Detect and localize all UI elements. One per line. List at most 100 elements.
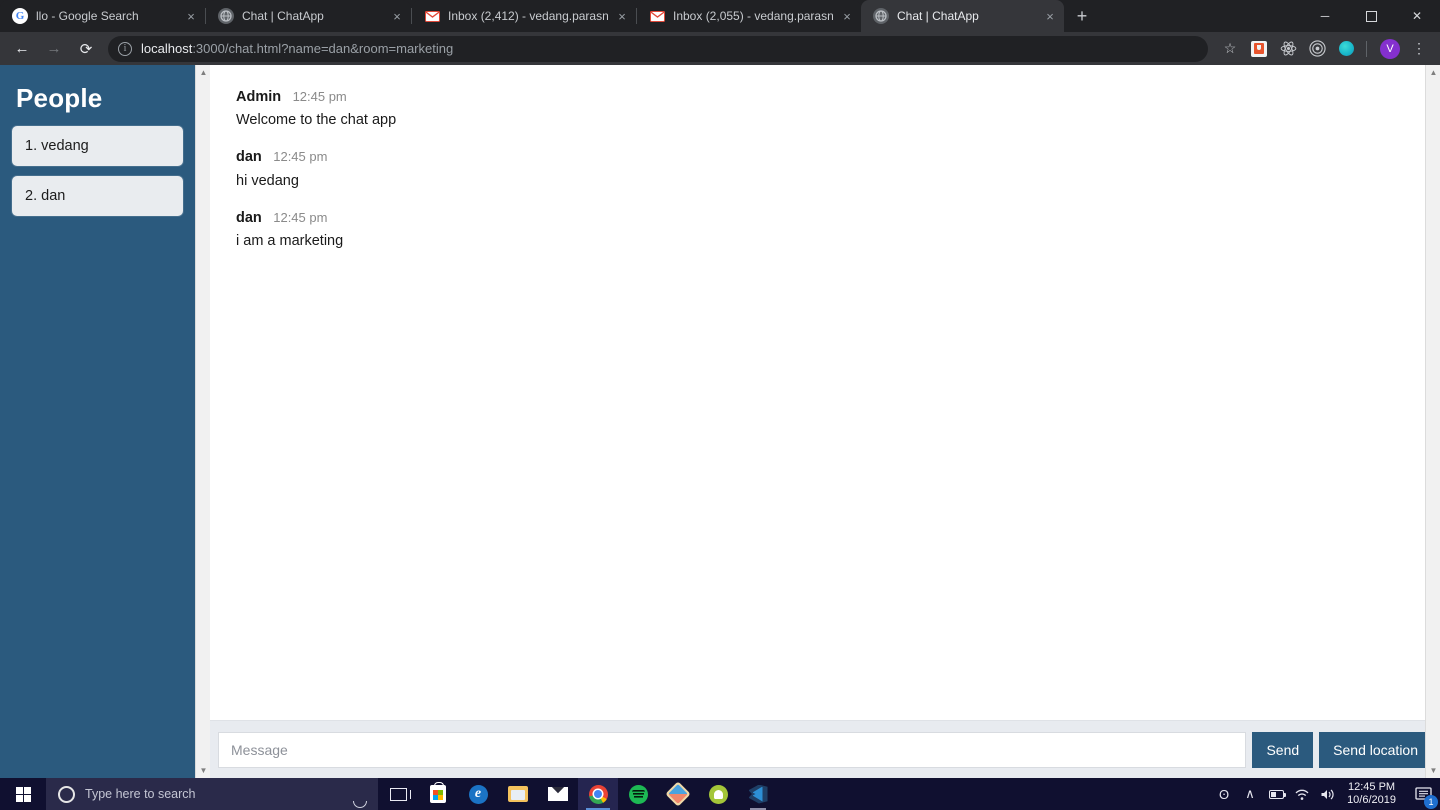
- person-index: 1.: [25, 138, 38, 154]
- reload-button[interactable]: ⟳: [72, 35, 100, 63]
- taskbar-clock[interactable]: 12:45 PM 10/6/2019: [1341, 781, 1406, 807]
- tab-title: Chat | ChatApp: [242, 9, 324, 23]
- browser-tab-4-active[interactable]: Chat | ChatApp ×: [861, 0, 1064, 32]
- back-button[interactable]: ←: [8, 35, 36, 63]
- message-item: Admin 12:45 pm Welcome to the chat app: [236, 87, 1440, 128]
- tab-title: Chat | ChatApp: [897, 9, 979, 23]
- chrome-menu-icon[interactable]: ⋮: [1406, 36, 1432, 62]
- file-explorer-icon[interactable]: [498, 778, 538, 810]
- message-item: dan 12:45 pm hi vedang: [236, 147, 1440, 188]
- message-item: dan 12:45 pm i am a marketing: [236, 208, 1440, 249]
- url-path: :3000/chat.html?name=dan&room=marketing: [192, 41, 454, 56]
- browser-toolbar: ← → ⟳ i localhost:3000/chat.html?name=da…: [0, 32, 1440, 65]
- microsoft-store-icon[interactable]: [418, 778, 458, 810]
- message-list: Admin 12:45 pm Welcome to the chat app d…: [210, 65, 1440, 720]
- message-input[interactable]: [218, 731, 1247, 768]
- site-info-icon[interactable]: i: [118, 41, 132, 56]
- tab-title: Inbox (2,412) - vedang.parasnis9: [448, 9, 608, 23]
- maximize-button[interactable]: [1348, 0, 1394, 32]
- tab-close-icon[interactable]: ×: [183, 8, 199, 24]
- address-bar-url: localhost:3000/chat.html?name=dan&room=m…: [141, 41, 453, 56]
- google-chrome-icon[interactable]: [578, 778, 618, 810]
- message-author: Admin: [236, 89, 282, 105]
- diamond-app-icon[interactable]: [658, 778, 698, 810]
- message-timestamp: 12:45 pm: [292, 89, 347, 104]
- forward-button[interactable]: →: [40, 35, 68, 63]
- windows-logo-icon: [15, 786, 31, 802]
- page-scrollbar[interactable]: ▲ ▼: [1425, 65, 1440, 778]
- person-index: 2.: [25, 188, 38, 204]
- browser-tab-3[interactable]: Inbox (2,055) - vedang.parasnis@ ×: [637, 0, 861, 32]
- browser-tab-1[interactable]: Chat | ChatApp ×: [206, 0, 411, 32]
- scroll-down-icon[interactable]: ▼: [1426, 763, 1440, 778]
- page-viewport: People 1. vedang 2. dan ▲ ▼ Admin 12:45 …: [0, 65, 1440, 778]
- address-bar[interactable]: i localhost:3000/chat.html?name=dan&room…: [108, 35, 1208, 62]
- tab-close-icon[interactable]: ×: [1042, 8, 1058, 24]
- message-meta: dan 12:45 pm: [236, 208, 1440, 227]
- scroll-down-icon[interactable]: ▼: [196, 763, 211, 778]
- clock-time: 12:45 PM: [1347, 781, 1396, 793]
- visual-studio-code-icon[interactable]: [738, 778, 778, 810]
- react-devtools-icon[interactable]: [1275, 36, 1301, 62]
- people-sidebar: People 1. vedang 2. dan: [0, 65, 195, 778]
- message-text: hi vedang: [236, 172, 299, 189]
- close-window-button[interactable]: ✕: [1394, 0, 1440, 32]
- windows-taskbar: Type here to search e ʘ ∧ 12:45 PM 10/6/…: [0, 778, 1440, 810]
- list-item[interactable]: 2. dan: [12, 176, 183, 216]
- list-item[interactable]: 1. vedang: [12, 126, 183, 166]
- scroll-up-icon[interactable]: ▲: [196, 65, 211, 80]
- tab-close-icon[interactable]: ×: [389, 8, 405, 24]
- toolbar-divider: [1366, 40, 1367, 57]
- window-controls: ─ ✕: [1302, 0, 1440, 32]
- message-meta: Admin 12:45 pm: [236, 87, 1440, 106]
- wifi-icon[interactable]: [1289, 778, 1315, 810]
- message-timestamp: 12:45 pm: [273, 209, 328, 225]
- avatar-initial: V: [1380, 38, 1400, 59]
- profile-avatar[interactable]: V: [1377, 36, 1403, 62]
- browser-tab-0[interactable]: G llo - Google Search ×: [0, 0, 205, 32]
- teal-circle-icon[interactable]: [1333, 36, 1359, 62]
- sidebar-scrollbar[interactable]: ▲ ▼: [195, 65, 210, 778]
- minimize-button[interactable]: ─: [1302, 0, 1348, 32]
- volume-icon[interactable]: [1315, 778, 1341, 810]
- gmail-icon: [424, 8, 440, 24]
- chevron-up-icon[interactable]: ∧: [1237, 778, 1263, 810]
- message-meta: dan 12:45 pm: [236, 147, 1440, 166]
- notification-center-icon[interactable]: 1: [1406, 778, 1440, 810]
- search-placeholder: Type here to search: [85, 787, 196, 801]
- chat-pane: Admin 12:45 pm Welcome to the chat app d…: [210, 65, 1440, 778]
- globe-icon: [873, 8, 889, 24]
- browser-tab-2[interactable]: Inbox (2,412) - vedang.parasnis9 ×: [412, 0, 636, 32]
- tab-close-icon[interactable]: ×: [614, 8, 630, 24]
- send-location-button[interactable]: Send location: [1319, 731, 1432, 768]
- android-studio-icon[interactable]: [698, 778, 738, 810]
- cortana-icon: [58, 785, 75, 803]
- target-icon[interactable]: [1304, 36, 1330, 62]
- tab-strip: G llo - Google Search × Chat | ChatApp ×…: [0, 0, 1440, 32]
- bookmark-star-icon[interactable]: ☆: [1217, 36, 1243, 62]
- message-text: Welcome to the chat app: [236, 112, 397, 129]
- clock-date: 10/6/2019: [1347, 794, 1396, 806]
- people-list: 1. vedang 2. dan: [12, 126, 183, 216]
- mail-icon[interactable]: [538, 778, 578, 810]
- tab-close-icon[interactable]: ×: [839, 8, 855, 24]
- notification-badge: 1: [1424, 795, 1438, 809]
- start-button[interactable]: [0, 778, 46, 810]
- url-host: localhost: [141, 41, 193, 56]
- scroll-up-icon[interactable]: ▲: [1426, 65, 1440, 80]
- system-tray: ʘ ∧ 12:45 PM 10/6/2019 1: [1211, 778, 1440, 810]
- taskbar-search[interactable]: Type here to search: [46, 778, 378, 810]
- task-view-icon[interactable]: [378, 778, 418, 810]
- microsoft-edge-icon[interactable]: e: [458, 778, 498, 810]
- new-tab-button[interactable]: +: [1068, 2, 1096, 30]
- send-button[interactable]: Send: [1252, 731, 1314, 768]
- extension-icon-box: [1251, 40, 1267, 57]
- message-text: i am a marketing: [236, 233, 344, 250]
- message-author: dan: [236, 149, 262, 166]
- spotify-icon[interactable]: [618, 778, 658, 810]
- tab-title: Inbox (2,055) - vedang.parasnis@: [673, 9, 833, 23]
- extension-icon[interactable]: [1246, 36, 1272, 62]
- browser-window: G llo - Google Search × Chat | ChatApp ×…: [0, 0, 1440, 778]
- people-icon[interactable]: ʘ: [1211, 778, 1237, 810]
- battery-icon[interactable]: [1263, 778, 1289, 810]
